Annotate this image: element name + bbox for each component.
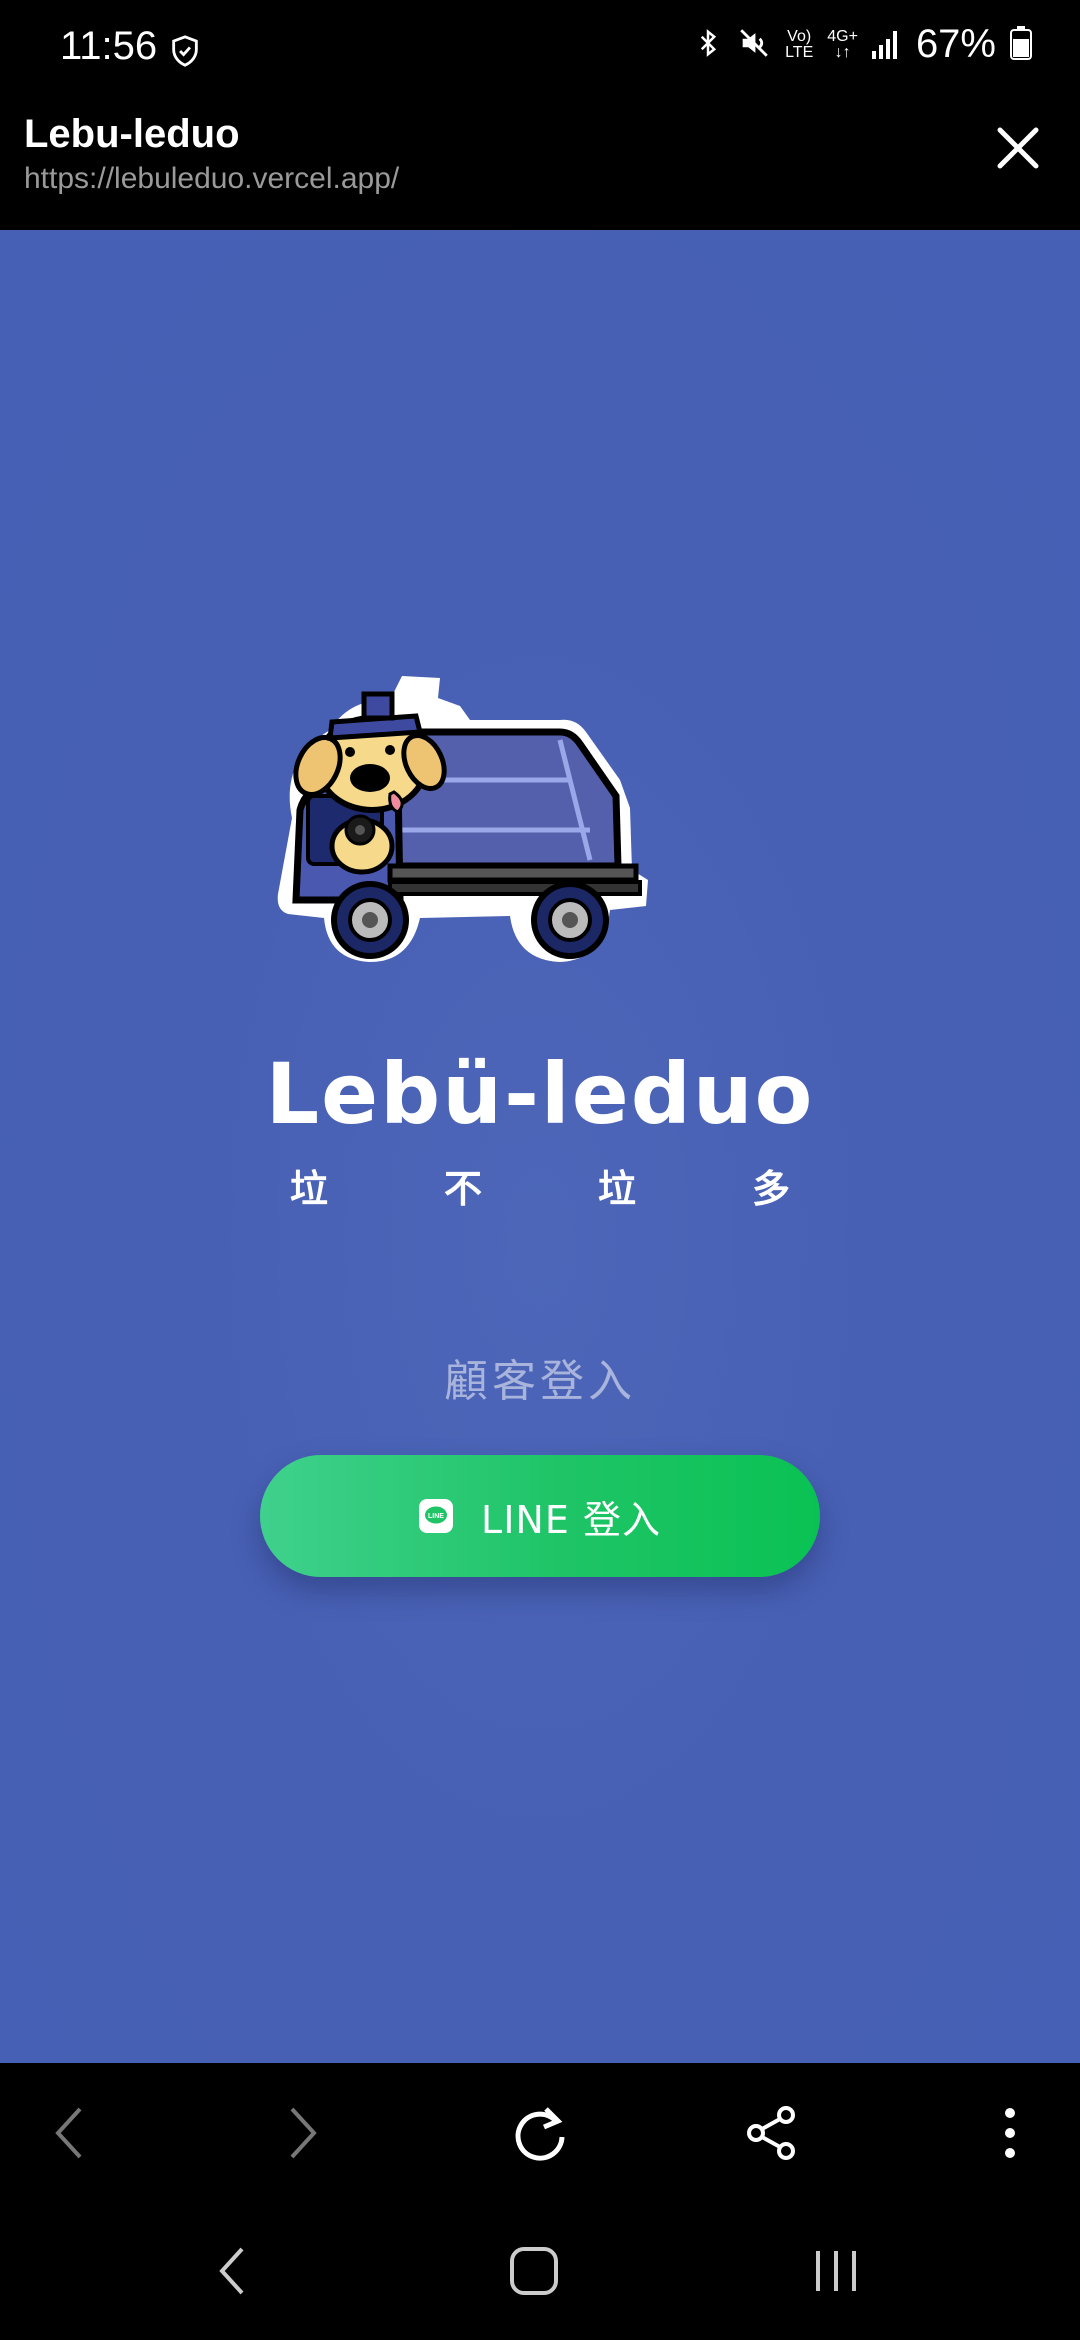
status-bar: 11:56 Vo) LTE 4G+ ↓↑ 67% [0, 0, 1080, 100]
page-title: Lebu-leduo [24, 112, 240, 156]
reload-button[interactable] [504, 2099, 576, 2171]
nav-back-button[interactable] [192, 2233, 272, 2313]
brand-subtitle: 垃 不 垃 多 [290, 1158, 790, 1213]
forward-button[interactable] [266, 2099, 338, 2171]
brand-subtitle-char: 垃 [597, 1167, 636, 1211]
close-icon [994, 124, 1042, 176]
line-login-button[interactable]: LINE LINE 登入 [260, 1455, 820, 1577]
share-icon [744, 2105, 800, 2165]
close-button[interactable] [986, 118, 1050, 182]
reload-icon [510, 2103, 570, 2167]
nav-recents-button[interactable] [796, 2233, 876, 2313]
system-nav-bar [0, 2203, 1080, 2340]
status-time: 11:56 [60, 24, 158, 68]
line-icon-text: LINE [428, 1513, 444, 1520]
customer-login-label: 顧客登入 [444, 1356, 636, 1407]
shield-icon [168, 34, 202, 72]
volte-text: Vo) [787, 27, 812, 45]
lte-text: LTE [785, 43, 814, 61]
signal-icon [871, 27, 902, 63]
browser-header: Lebu-leduo https://lebuleduo.vercel.app/ [0, 100, 1080, 230]
back-button[interactable] [34, 2099, 106, 2171]
truck-dog-logo [270, 670, 810, 990]
nav-home-button[interactable] [494, 2233, 574, 2313]
status-icons: Vo) LTE 4G+ ↓↑ 67% [693, 22, 1032, 67]
battery-percent: 67% [915, 22, 996, 66]
brand-subtitle-char: 多 [751, 1167, 790, 1211]
network-text: 4G+ [827, 27, 858, 45]
main-content: Lebü-leduo 垃 不 垃 多 顧客登入 LINE LINE 登入 [0, 230, 1080, 2063]
bluetooth-icon [693, 26, 723, 64]
volte-indicator: Vo) LTE [785, 27, 814, 61]
battery-icon [1010, 25, 1032, 64]
more-button[interactable] [974, 2099, 1046, 2171]
back-arrow-icon [50, 2103, 90, 2167]
network-indicator: 4G+ ↓↑ [827, 27, 858, 61]
page-url[interactable]: https://lebuleduo.vercel.app/ [24, 162, 399, 196]
nav-recents-icon [808, 2243, 864, 2303]
brand-subtitle-char: 不 [443, 1167, 482, 1211]
line-login-label: LINE 登入 [481, 1497, 661, 1542]
brand-subtitle-char: 垃 [290, 1167, 329, 1211]
nav-back-icon [212, 2243, 252, 2303]
share-button[interactable] [736, 2099, 808, 2171]
more-vert-icon [1000, 2103, 1020, 2167]
browser-toolbar [0, 2063, 1080, 2203]
forward-arrow-icon [282, 2103, 322, 2167]
mute-icon [737, 26, 771, 64]
line-icon: LINE [419, 1499, 454, 1533]
nav-home-icon [506, 2243, 562, 2303]
brand-title: Lebü-leduo [265, 1045, 815, 1143]
